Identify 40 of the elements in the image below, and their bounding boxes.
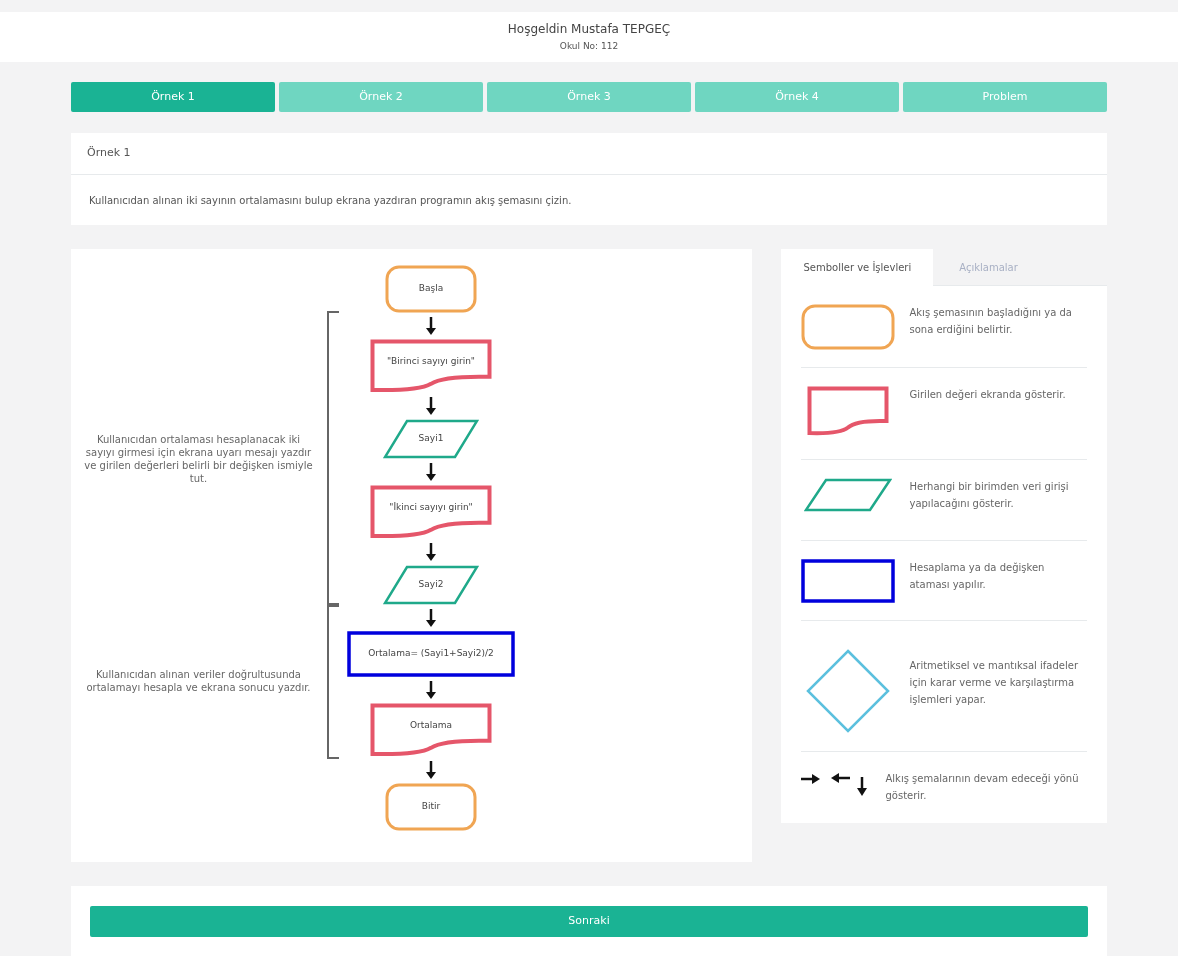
tab[interactable]: Örnek 1: [71, 82, 275, 112]
down-arrow-icon: [426, 397, 436, 415]
flowchart-node: Bitir: [385, 783, 477, 831]
decision-shape-icon: [806, 649, 891, 733]
flowchart-node: Sayi1: [383, 419, 479, 459]
tab[interactable]: Örnek 4: [695, 82, 899, 112]
down-arrow-icon: [426, 317, 436, 335]
terminal-shape-icon: [801, 304, 896, 350]
down-arrow-icon: [426, 543, 436, 561]
task-description: Kullanıcıdan alınan iki sayının ortalamasını bulup ekrana yazdıran programın akış şemasını çizin.: [88, 193, 573, 208]
task-title: Örnek 1: [71, 133, 1107, 175]
tab[interactable]: Semboller ve İşlevleri: [781, 249, 934, 286]
next-button[interactable]: Sonraki: [90, 905, 1088, 937]
arrows-icon: [801, 772, 868, 796]
process-shape-icon: [801, 559, 896, 603]
flowchart-node: Başla: [385, 265, 477, 313]
flowchart-node: Sayi2: [383, 565, 479, 605]
tab[interactable]: Problem: [903, 82, 1107, 112]
flowchart-node: Ortalama= (Sayi1+Sayi2)/2: [347, 631, 515, 677]
flowchart-node: "Birinci sayıyı girin": [370, 339, 492, 393]
legend-text: Aritmetiksel ve mantıksal ifadeler için karar verme ve karşılaştırma işlemleri yapar.: [909, 659, 1080, 707]
school-number: Okul No: 112: [559, 40, 619, 54]
legend-text: Herhangi bir birimden veri girişi yapılacağını gösterir.: [909, 480, 1070, 511]
legend-text: Girilen değeri ekranda gösterir.: [909, 388, 1066, 402]
legend-text: Akış şemasının başladığını ya da sona erdiğini belirtir.: [909, 306, 1073, 337]
legend-text: Alkış şemalarının devam edeceği yönü gösterir.: [885, 772, 1080, 803]
down-arrow-icon: [426, 463, 436, 481]
flowchart-node: "İkinci sayıyı girin": [370, 485, 492, 539]
welcome-text: Hoşgeldin Mustafa TEPGEÇ: [507, 21, 671, 39]
legend-text: Hesaplama ya da değişken ataması yapılır.: [909, 561, 1046, 592]
down-arrow-icon: [426, 681, 436, 699]
display-shape-icon: [807, 386, 890, 436]
annotation-text: Kullanıcıdan alınan veriler doğrultusunda ortalamayı hesapla ve ekrana sonucu yazdır.: [85, 668, 312, 694]
annotation-text: Kullanıcıdan ortalaması hesaplanacak iki sayıyı girmesi için ekrana uyarı mesajı yazdır ve girilen değerleri belirli bir değişken ismiyle tut.: [83, 433, 314, 485]
down-arrow-icon: [426, 761, 436, 779]
tab[interactable]: Örnek 3: [487, 82, 691, 112]
input-shape-icon: [804, 478, 893, 512]
tab[interactable]: Örnek 2: [279, 82, 483, 112]
flowchart-node: Ortalama: [370, 703, 492, 757]
down-arrow-icon: [426, 609, 436, 627]
